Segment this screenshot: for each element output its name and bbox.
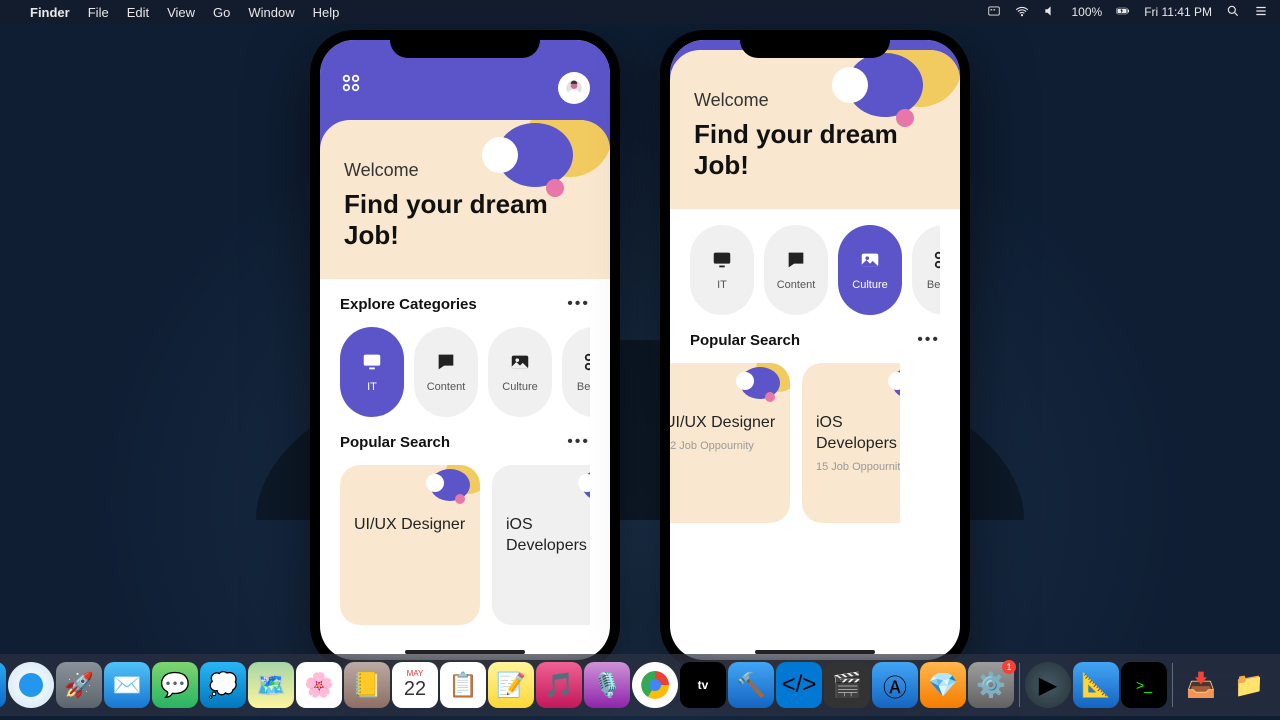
category-beauty[interactable]: Beauty bbox=[912, 225, 940, 315]
chat-icon bbox=[435, 351, 457, 373]
menu-grid-icon[interactable] bbox=[340, 72, 362, 99]
job-card-ios[interactable]: iOS Developers 15 Job Oppournity bbox=[802, 363, 900, 523]
spotlight-icon[interactable] bbox=[1226, 4, 1240, 21]
hero-decorative-shapes bbox=[460, 120, 610, 220]
volume-icon[interactable] bbox=[1043, 4, 1057, 21]
scissors-icon bbox=[933, 249, 940, 271]
dock-appletv-icon[interactable]: tv bbox=[680, 662, 726, 708]
menu-help[interactable]: Help bbox=[313, 5, 340, 20]
menu-file[interactable]: File bbox=[88, 5, 109, 20]
category-culture[interactable]: Culture bbox=[488, 327, 552, 417]
dock-sketch-icon[interactable]: 💎 bbox=[920, 662, 966, 708]
dock-xcode-icon[interactable]: 🔨 bbox=[728, 662, 774, 708]
popular-more-icon[interactable]: ••• bbox=[567, 433, 590, 451]
category-content[interactable]: Content bbox=[414, 327, 478, 417]
dock-finder-icon[interactable] bbox=[0, 662, 6, 708]
job-card-ios[interactable]: iOS Developers bbox=[492, 465, 590, 625]
dock-notes-icon[interactable]: 📝 bbox=[488, 662, 534, 708]
dock-separator bbox=[1019, 663, 1020, 707]
dock-podcasts-icon[interactable]: 🎙️ bbox=[584, 662, 630, 708]
dock-separator bbox=[1172, 663, 1173, 707]
dock-contacts-icon[interactable]: 📒 bbox=[344, 662, 390, 708]
dock-reminders-icon[interactable]: 📋 bbox=[440, 662, 486, 708]
category-it[interactable]: IT bbox=[340, 327, 404, 417]
dock: 🚀 ✉️ 💬 💭 🗺️ 🌸 📒 MAY22 📋 📝 🎵 🎙️ tv 🔨 </> … bbox=[0, 654, 1280, 716]
popular-section: Popular Search ••• UI/UX Designer 12 Job… bbox=[670, 315, 960, 523]
simulator-phone-right: Welcome Find your dream Job! IT Content bbox=[660, 30, 970, 670]
dock-trash-icon[interactable]: 🗑️ bbox=[1274, 662, 1280, 708]
popular-title: Popular Search bbox=[690, 332, 800, 349]
explore-section: Explore Categories ••• IT Content Cultur… bbox=[320, 279, 610, 417]
hero-decorative-shapes bbox=[810, 50, 960, 150]
popular-section: Popular Search ••• UI/UX Designer iOS De… bbox=[320, 417, 610, 625]
popular-more-icon[interactable]: ••• bbox=[917, 331, 940, 349]
dock-appstore-icon[interactable]: Ⓐ bbox=[872, 662, 918, 708]
control-center-icon[interactable] bbox=[1254, 4, 1268, 21]
category-content[interactable]: Content bbox=[764, 225, 828, 315]
battery-percent: 100% bbox=[1071, 5, 1102, 19]
dock-finalcut-icon[interactable]: 🎬 bbox=[824, 662, 870, 708]
dock-chat-icon[interactable]: 💭 bbox=[200, 662, 246, 708]
dock-calendar-icon[interactable]: MAY22 bbox=[392, 662, 438, 708]
menu-go[interactable]: Go bbox=[213, 5, 230, 20]
input-menu-icon[interactable] bbox=[987, 4, 1001, 21]
dock-vscode-icon[interactable]: </> bbox=[776, 662, 822, 708]
category-beauty[interactable]: Beauty bbox=[562, 327, 590, 417]
popular-title: Popular Search bbox=[340, 434, 450, 451]
menu-window[interactable]: Window bbox=[248, 5, 294, 20]
category-culture[interactable]: Culture bbox=[838, 225, 902, 315]
battery-icon bbox=[1116, 4, 1130, 21]
avatar[interactable] bbox=[558, 72, 590, 104]
menubar-app-name[interactable]: Finder bbox=[30, 5, 70, 20]
menu-view[interactable]: View bbox=[167, 5, 195, 20]
monitor-icon bbox=[361, 351, 383, 373]
wifi-icon[interactable] bbox=[1015, 4, 1029, 21]
dock-safari-icon[interactable] bbox=[8, 662, 54, 708]
card-decorative-shapes bbox=[418, 465, 480, 517]
dock-quicktime-icon[interactable]: ▶ bbox=[1025, 662, 1071, 708]
dock-terminal-icon[interactable]: >_ bbox=[1121, 662, 1167, 708]
card-decorative-shapes bbox=[570, 465, 590, 517]
dock-folder-icon[interactable]: 📁 bbox=[1226, 662, 1272, 708]
dock-maps-icon[interactable]: 🗺️ bbox=[248, 662, 294, 708]
hero-card: Welcome Find your dream Job! bbox=[670, 50, 960, 209]
menubar-clock[interactable]: Fri 11:41 PM bbox=[1144, 5, 1212, 19]
card-decorative-shapes bbox=[880, 363, 900, 415]
dock-launchpad-icon[interactable]: 🚀 bbox=[56, 662, 102, 708]
job-card-uiux[interactable]: UI/UX Designer bbox=[340, 465, 480, 625]
card-decorative-shapes bbox=[728, 363, 790, 415]
scissors-icon bbox=[583, 351, 590, 373]
dock-messages-icon[interactable]: 💬 bbox=[152, 662, 198, 708]
image-icon bbox=[859, 249, 881, 271]
job-card-uiux[interactable]: UI/UX Designer 12 Job Oppournity bbox=[670, 363, 790, 523]
monitor-icon bbox=[711, 249, 733, 271]
image-icon bbox=[509, 351, 531, 373]
chat-icon bbox=[785, 249, 807, 271]
dock-music-icon[interactable]: 🎵 bbox=[536, 662, 582, 708]
dock-settings-icon[interactable]: ⚙️1 bbox=[968, 662, 1014, 708]
explore-section: IT Content Culture Beauty bbox=[670, 209, 960, 315]
menu-edit[interactable]: Edit bbox=[127, 5, 149, 20]
dock-downloads-icon[interactable]: 📥 bbox=[1178, 662, 1224, 708]
dock-mail-icon[interactable]: ✉️ bbox=[104, 662, 150, 708]
dock-chrome-icon[interactable] bbox=[632, 662, 678, 708]
simulator-phone-left: Welcome Find your dream Job! Explore Cat… bbox=[310, 30, 620, 670]
dock-photos-icon[interactable]: 🌸 bbox=[296, 662, 342, 708]
category-it[interactable]: IT bbox=[690, 225, 754, 315]
explore-more-icon[interactable]: ••• bbox=[567, 295, 590, 313]
menubar: Finder File Edit View Go Window Help 100… bbox=[0, 0, 1280, 24]
hero-card: Welcome Find your dream Job! bbox=[320, 120, 610, 279]
explore-title: Explore Categories bbox=[340, 296, 477, 313]
dock-screenshot-icon[interactable]: 📐 bbox=[1073, 662, 1119, 708]
